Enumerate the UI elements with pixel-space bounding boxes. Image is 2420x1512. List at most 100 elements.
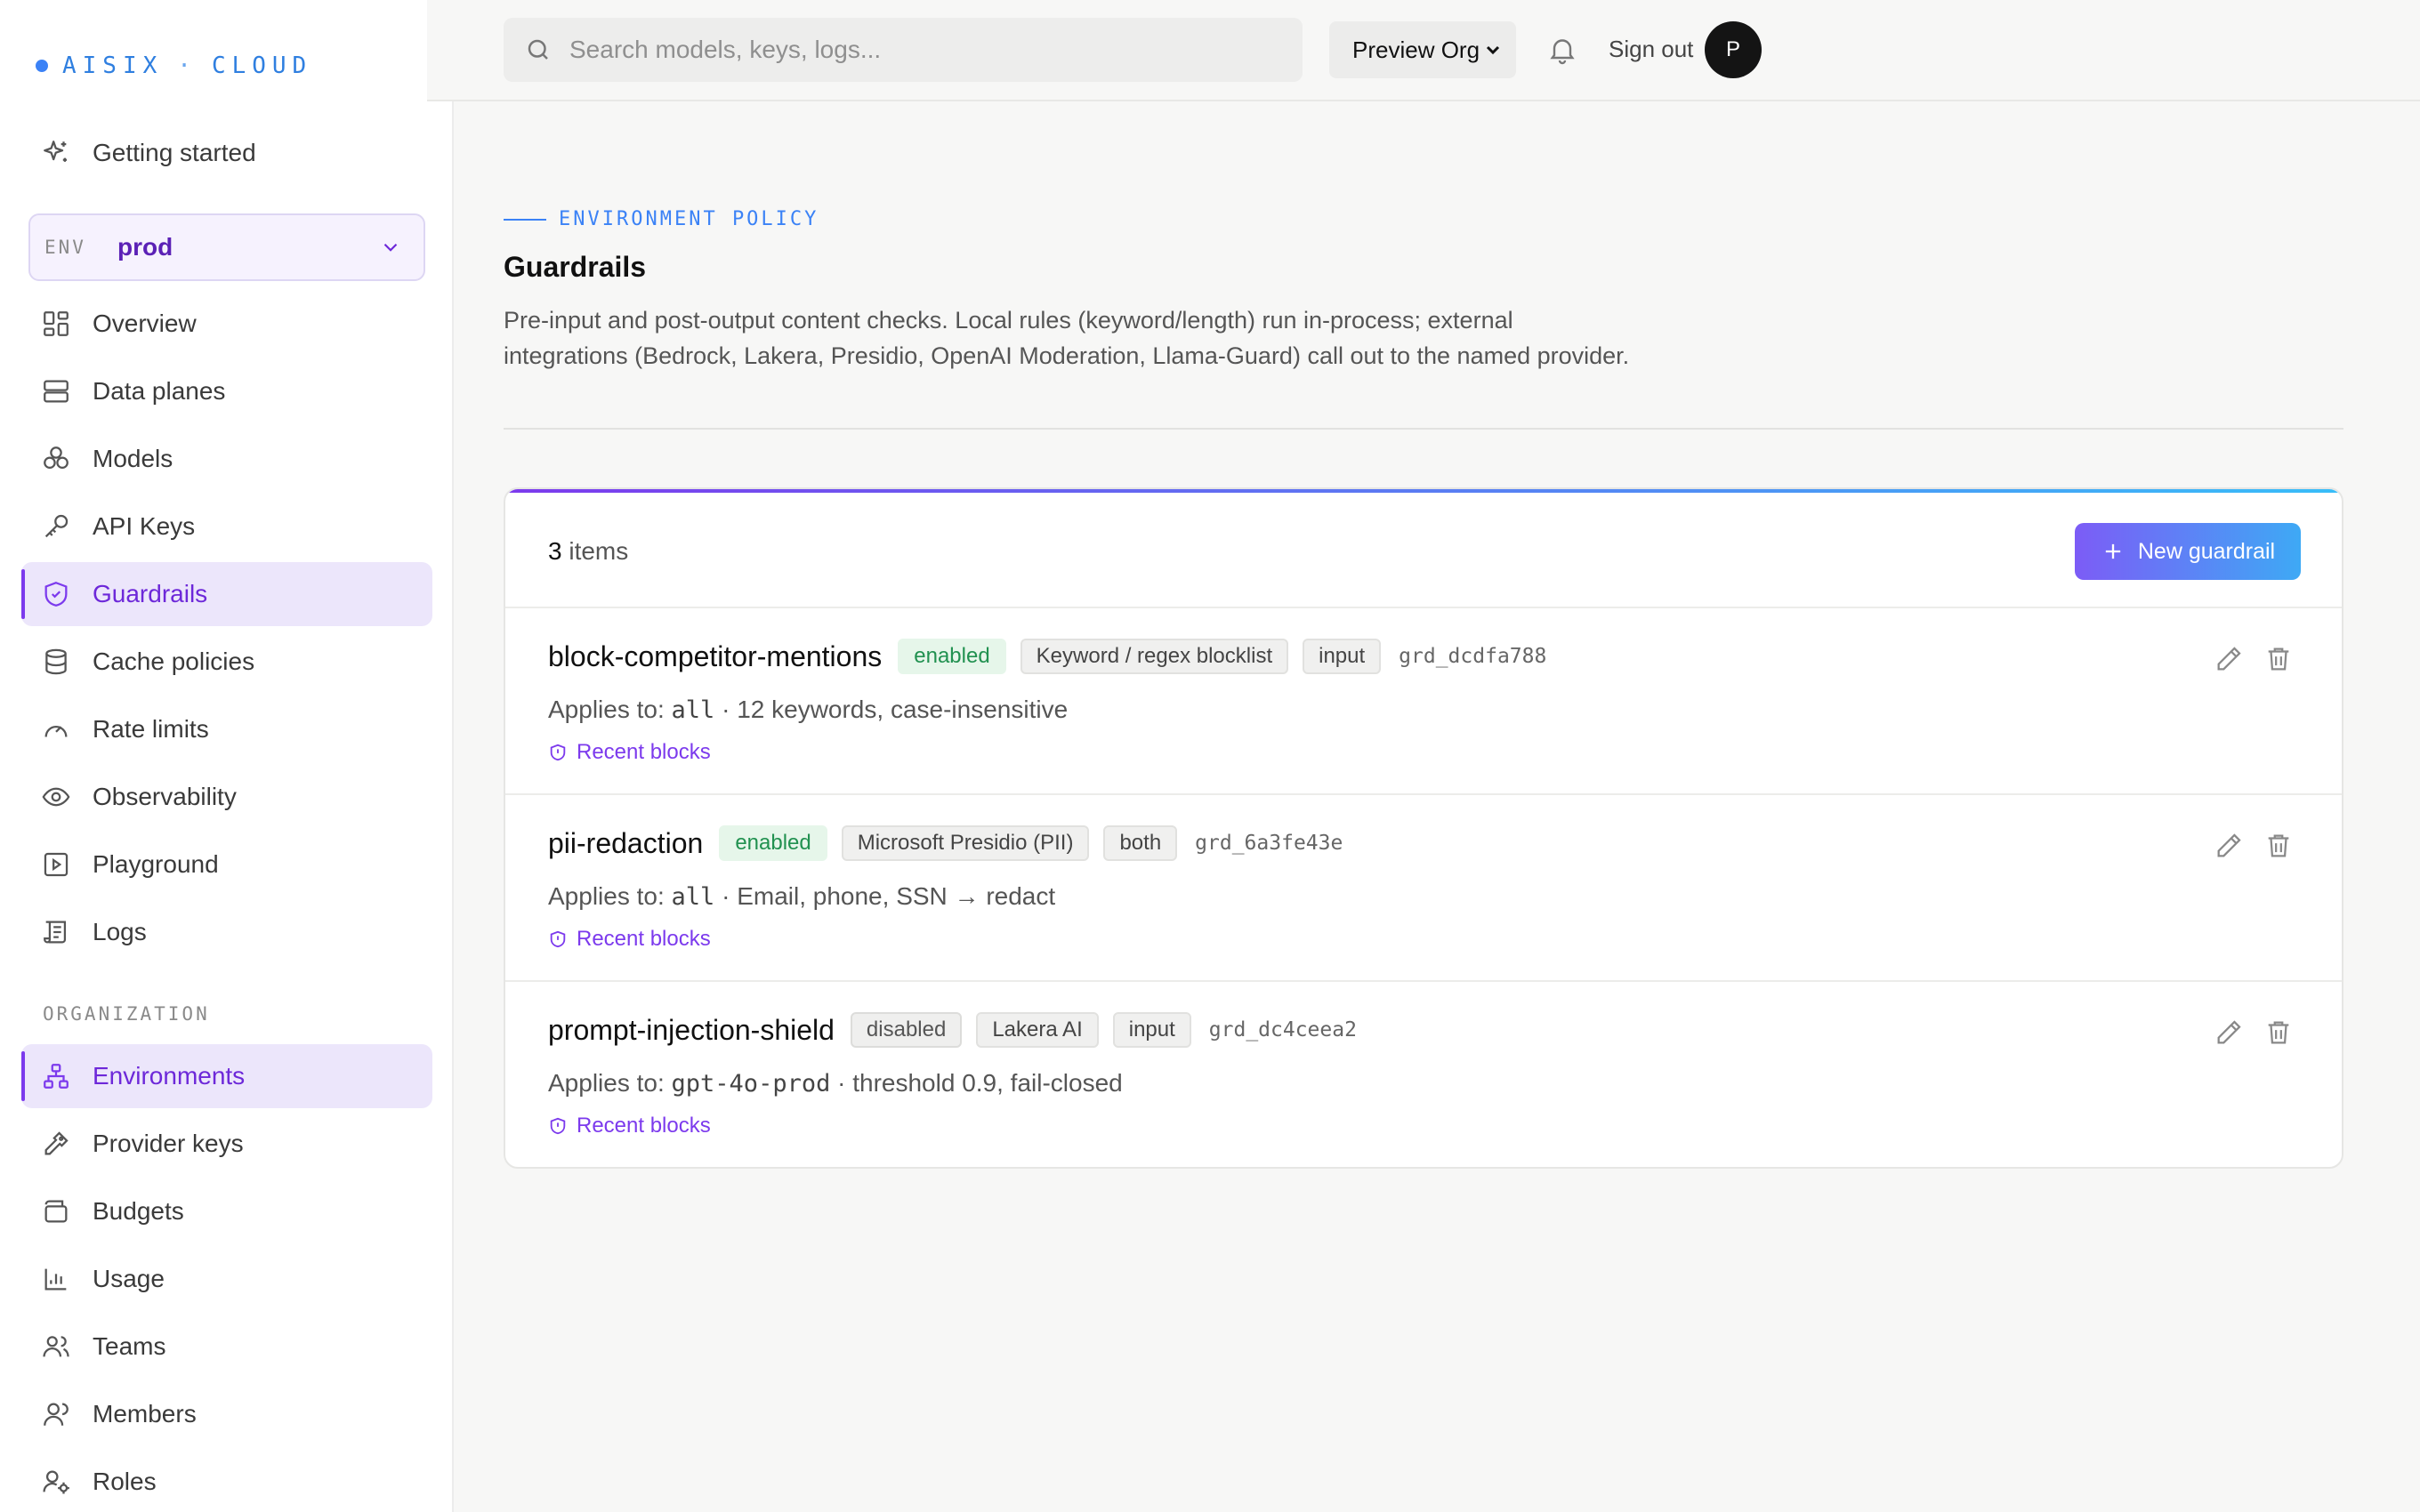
type-badge: Keyword / regex blocklist: [1020, 639, 1289, 674]
sidebar-item-getting-started[interactable]: Getting started: [21, 121, 432, 185]
organization-section-label: ORGANIZATION: [43, 1003, 210, 1025]
sidebar: AISIX · CLOUD Getting started ENV prod O…: [0, 0, 454, 1512]
shield-icon: [44, 582, 68, 607]
item-count: 3 items: [548, 537, 628, 566]
sidebar-item-label: Playground: [93, 850, 219, 878]
edit-pencil-icon[interactable]: [2214, 831, 2244, 861]
sidebar-item-budgets[interactable]: Budgets: [21, 1179, 432, 1243]
guardrail-name[interactable]: prompt-injection-shield: [548, 1014, 835, 1047]
recent-blocks-link[interactable]: Recent blocks: [548, 927, 711, 952]
sidebar-item-provider-keys[interactable]: Provider keys: [21, 1112, 432, 1176]
sign-out-link[interactable]: Sign out: [1609, 36, 1693, 63]
key-round-icon: [44, 1131, 69, 1155]
sidebar-item-label: Observability: [93, 783, 237, 810]
environment-selector[interactable]: ENV prod: [28, 213, 425, 281]
shield-icon: [550, 930, 566, 948]
row-actions: [2214, 644, 2294, 674]
sidebar-item-rate-limits[interactable]: Rate limits: [21, 697, 432, 761]
search-bar[interactable]: [504, 18, 1303, 82]
sidebar-item-guardrails[interactable]: Guardrails: [21, 562, 432, 626]
row-detail-text: · 12 keywords, case-insensitive: [722, 696, 1069, 723]
user-group-icon: [44, 1403, 69, 1426]
description-line-1: Pre-input and post-output content checks…: [504, 307, 1513, 334]
sidebar-item-label: Guardrails: [93, 580, 208, 607]
recent-blocks-link[interactable]: Recent blocks: [548, 1114, 711, 1138]
plus-icon: [2105, 543, 2121, 559]
row-details: Applies to: gpt-4o-prod · threshold 0.9,…: [548, 1069, 1123, 1098]
sidebar-item-label: Environments: [93, 1062, 246, 1090]
sidebar-item-playground[interactable]: Playground: [21, 832, 432, 897]
sidebar-item-label: Models: [93, 445, 173, 472]
kicker-line: [504, 218, 546, 221]
row-detail-text: · Email, phone, SSN → redact: [722, 882, 1056, 910]
sidebar-item-roles[interactable]: Roles: [21, 1450, 432, 1512]
bar-chart-icon: [44, 1268, 67, 1291]
sidebar-item-overview[interactable]: Overview: [21, 292, 432, 356]
item-count-number: 3: [548, 537, 562, 565]
recent-blocks-link[interactable]: Recent blocks: [548, 740, 711, 765]
guardrail-row[interactable]: prompt-injection-shield disabled Lakera …: [505, 982, 2342, 1167]
sidebar-item-label: Usage: [93, 1265, 165, 1292]
edit-pencil-icon[interactable]: [2214, 644, 2244, 674]
brand-separator: ·: [177, 52, 198, 79]
sidebar-item-members[interactable]: Members: [21, 1382, 432, 1446]
trash-icon[interactable]: [2263, 644, 2294, 674]
sidebar-item-api-keys[interactable]: API Keys: [21, 495, 432, 559]
guardrail-name[interactable]: block-competitor-mentions: [548, 640, 882, 673]
bell-icon[interactable]: [1546, 34, 1578, 66]
play-square-icon: [44, 852, 69, 877]
sidebar-item-teams[interactable]: Teams: [21, 1315, 432, 1379]
sidebar-item-label: Provider keys: [93, 1130, 244, 1157]
scroll-icon: [44, 921, 67, 944]
page-kicker: ENVIRONMENT POLICY: [504, 208, 819, 230]
applies-label: Applies to:: [548, 696, 665, 723]
recent-blocks-label: Recent blocks: [577, 1114, 711, 1138]
sidebar-item-environments[interactable]: Environments: [21, 1044, 432, 1108]
edit-pencil-icon[interactable]: [2214, 1017, 2244, 1048]
sidebar-item-models[interactable]: Models: [21, 427, 432, 491]
sidebar-item-label: Teams: [93, 1332, 166, 1360]
applies-target: all: [671, 696, 715, 724]
search-input[interactable]: [569, 36, 1281, 64]
sidebar-item-label: Rate limits: [93, 715, 209, 743]
recent-blocks-label: Recent blocks: [577, 740, 711, 764]
chevron-down-icon: [383, 243, 398, 252]
new-guardrail-label: New guardrail: [2137, 538, 2276, 564]
applies-target: gpt-4o-prod: [671, 1070, 831, 1098]
grid-icon: [44, 311, 69, 336]
guardrail-name[interactable]: pii-redaction: [548, 827, 703, 860]
sidebar-item-usage[interactable]: Usage: [21, 1247, 432, 1311]
sidebar-item-observability[interactable]: Observability: [21, 765, 432, 829]
item-count-suffix: items: [569, 537, 629, 565]
guardrail-row[interactable]: pii-redaction enabled Microsoft Presidio…: [505, 795, 2342, 982]
applies-label: Applies to:: [548, 882, 665, 910]
trash-icon[interactable]: [2263, 831, 2294, 861]
sidebar-item-data-planes[interactable]: Data planes: [21, 359, 432, 423]
users-icon: [43, 1336, 69, 1357]
row-details: Applies to: all · 12 keywords, case-inse…: [548, 696, 1068, 724]
row-details: Applies to: all · Email, phone, SSN → re…: [548, 882, 1055, 911]
recent-blocks-label: Recent blocks: [577, 927, 711, 951]
sidebar-item-label: Overview: [93, 310, 197, 337]
guardrail-id: grd_dc4ceea2: [1208, 1018, 1357, 1042]
guardrail-id: grd_6a3fe43e: [1195, 832, 1343, 855]
org-selector[interactable]: Preview Org: [1329, 21, 1516, 78]
guardrail-row[interactable]: block-competitor-mentions enabled Keywor…: [505, 608, 2342, 795]
sidebar-item-cache-policies[interactable]: Cache policies: [21, 630, 432, 694]
brand-logo[interactable]: AISIX · CLOUD: [36, 50, 312, 82]
search-icon: [528, 39, 548, 60]
sidebar-item-logs[interactable]: Logs: [21, 900, 432, 964]
sidebar-item-label: Cache policies: [93, 647, 255, 675]
sidebar-item-label: Getting started: [93, 139, 256, 166]
row-actions: [2214, 1017, 2294, 1048]
new-guardrail-button[interactable]: New guardrail: [2075, 523, 2301, 580]
row-actions: [2214, 831, 2294, 861]
avatar[interactable]: P: [1705, 21, 1762, 78]
row-detail-text: · threshold 0.9, fail-closed: [837, 1069, 1123, 1097]
trash-icon[interactable]: [2263, 1017, 2294, 1048]
row-header: block-competitor-mentions enabled Keywor…: [548, 639, 1546, 674]
shield-icon: [550, 744, 566, 761]
wallet-icon: [44, 1200, 68, 1223]
brand-dot-icon: [36, 60, 48, 72]
cubes-icon: [44, 446, 69, 470]
